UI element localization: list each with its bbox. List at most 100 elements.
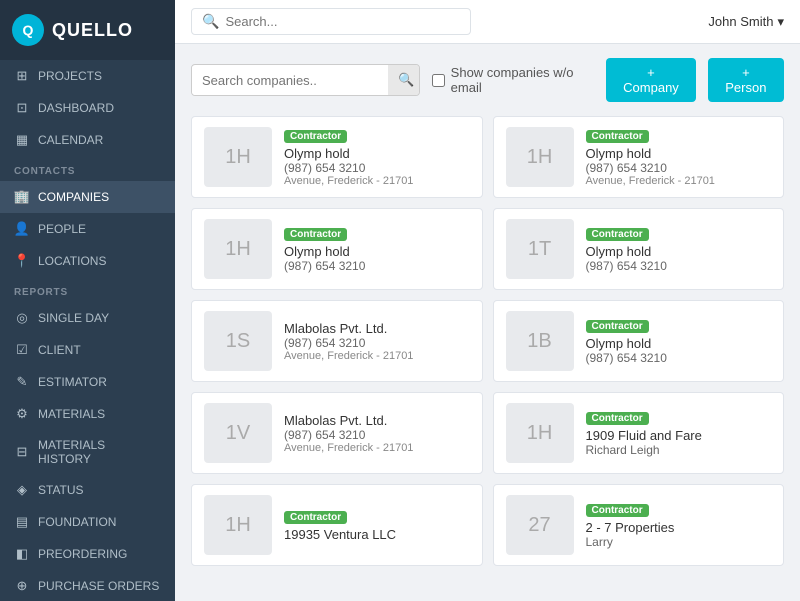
company-card[interactable]: 1S Mlabolas Pvt. Ltd. (987) 654 3210 Ave… <box>191 300 483 382</box>
company-info: Contractor Olymp hold (987) 654 3210 <box>586 225 772 273</box>
people-icon: 👤 <box>14 221 30 237</box>
company-info: Contractor 1909 Fluid and Fare Richard L… <box>586 409 772 457</box>
company-tag: Contractor <box>284 511 347 524</box>
add-person-button[interactable]: + Person <box>708 58 784 102</box>
show-email-label: Show companies w/o email <box>451 65 595 95</box>
global-search-wrap[interactable]: 🔍 <box>191 8 471 35</box>
add-company-button[interactable]: + Company <box>606 58 696 102</box>
sidebar-item-companies[interactable]: 🏢 COMPANIES <box>0 181 175 213</box>
company-name: Olymp hold <box>586 336 772 351</box>
company-search-button[interactable]: 🔍 <box>388 65 420 95</box>
calendar-icon: ▦ <box>14 132 30 148</box>
company-thumb: 1H <box>204 495 272 555</box>
company-search-input[interactable] <box>192 66 388 95</box>
company-tag: Contractor <box>586 320 649 333</box>
sidebar-item-foundation[interactable]: ▤ FOUNDATION <box>0 506 175 538</box>
company-card[interactable]: 27 Contractor 2 - 7 Properties Larry <box>493 484 785 566</box>
dashboard-icon: ⊡ <box>14 100 30 116</box>
user-menu[interactable]: John Smith ▾ <box>708 14 784 30</box>
sidebar-item-client[interactable]: ☑ CLIENT <box>0 334 175 366</box>
topbar: 🔍 John Smith ▾ <box>175 0 800 44</box>
company-address: Avenue, Frederick - 21701 <box>284 175 470 187</box>
show-email-checkbox[interactable] <box>432 74 445 87</box>
company-thumb: 1H <box>506 403 574 463</box>
company-tag: Contractor <box>586 130 649 143</box>
location-icon: 📍 <box>14 253 30 269</box>
company-thumb: 1S <box>204 311 272 371</box>
purchase-orders-icon: ⊕ <box>14 578 30 594</box>
company-card[interactable]: 1H Contractor 19935 Ventura LLC <box>191 484 483 566</box>
grid-icon: ⊞ <box>14 68 30 84</box>
company-thumb: 1H <box>506 127 574 187</box>
company-name: Olymp hold <box>284 146 470 161</box>
global-search-input[interactable] <box>225 14 460 29</box>
company-info: Contractor Olymp hold (987) 654 3210 <box>284 225 470 273</box>
logo-area[interactable]: Q QUELLO <box>0 0 175 60</box>
logo-text: QUELLO <box>52 20 133 41</box>
reports-section-label: REPORTS <box>0 277 175 302</box>
company-thumb: 1V <box>204 403 272 463</box>
company-tag: Contractor <box>284 130 347 143</box>
company-card[interactable]: 1H Contractor Olymp hold (987) 654 3210 … <box>493 116 785 198</box>
content-area: 🔍 Show companies w/o email + Company + P… <box>175 44 800 601</box>
company-phone: Richard Leigh <box>586 443 772 457</box>
company-tag: Contractor <box>586 504 649 517</box>
chevron-down-icon: ▾ <box>777 14 784 30</box>
contacts-section-label: CONTACTS <box>0 156 175 181</box>
sidebar-item-status[interactable]: ◈ STATUS <box>0 474 175 506</box>
company-info: Contractor Olymp hold (987) 654 3210 Ave… <box>284 127 470 187</box>
company-tag: Contractor <box>284 228 347 241</box>
company-phone: (987) 654 3210 <box>586 161 772 175</box>
main-nav: ⊞ PROJECTS ⊡ DASHBOARD ▦ CALENDAR <box>0 60 175 156</box>
company-thumb: 1T <box>506 219 574 279</box>
company-thumb: 27 <box>506 495 574 555</box>
estimator-icon: ✎ <box>14 374 30 390</box>
company-card[interactable]: 1B Contractor Olymp hold (987) 654 3210 <box>493 300 785 382</box>
sidebar-item-people[interactable]: 👤 PEOPLE <box>0 213 175 245</box>
foundation-icon: ▤ <box>14 514 30 530</box>
company-info: Contractor Olymp hold (987) 654 3210 Ave… <box>586 127 772 187</box>
company-search-wrap[interactable]: 🔍 <box>191 64 420 96</box>
main-content: 🔍 John Smith ▾ 🔍 Show companies w/o emai… <box>175 0 800 601</box>
single-day-icon: ◎ <box>14 310 30 326</box>
sidebar-item-locations[interactable]: 📍 LOCATIONS <box>0 245 175 277</box>
company-card[interactable]: 1H Contractor 1909 Fluid and Fare Richar… <box>493 392 785 474</box>
filter-bar: 🔍 Show companies w/o email + Company + P… <box>191 58 784 102</box>
sidebar-item-purchase-orders[interactable]: ⊕ PURCHASE ORDERS <box>0 570 175 601</box>
company-info: Mlabolas Pvt. Ltd. (987) 654 3210 Avenue… <box>284 321 470 362</box>
sidebar-item-single-day[interactable]: ◎ SINGLE DAY <box>0 302 175 334</box>
sidebar-item-projects[interactable]: ⊞ PROJECTS <box>0 60 175 92</box>
sidebar-item-estimator[interactable]: ✎ ESTIMATOR <box>0 366 175 398</box>
company-info: Mlabolas Pvt. Ltd. (987) 654 3210 Avenue… <box>284 413 470 454</box>
company-info: Contractor 19935 Ventura LLC <box>284 508 470 542</box>
preordering-icon: ◧ <box>14 546 30 562</box>
sidebar-item-preordering[interactable]: ◧ PREORDERING <box>0 538 175 570</box>
company-tag: Contractor <box>586 228 649 241</box>
company-tag: Contractor <box>586 412 649 425</box>
company-phone: (987) 654 3210 <box>586 351 772 365</box>
materials-history-icon: ⊟ <box>14 444 30 460</box>
sidebar-item-dashboard[interactable]: ⊡ DASHBOARD <box>0 92 175 124</box>
companies-grid: 1H Contractor Olymp hold (987) 654 3210 … <box>191 116 784 566</box>
company-name: Mlabolas Pvt. Ltd. <box>284 321 470 336</box>
show-email-checkbox-label[interactable]: Show companies w/o email <box>432 65 595 95</box>
company-card[interactable]: 1H Contractor Olymp hold (987) 654 3210 <box>191 208 483 290</box>
company-thumb: 1H <box>204 127 272 187</box>
companies-icon: 🏢 <box>14 189 30 205</box>
company-name: Olymp hold <box>586 146 772 161</box>
company-name: Mlabolas Pvt. Ltd. <box>284 413 470 428</box>
search-icon: 🔍 <box>202 13 219 30</box>
sidebar-item-calendar[interactable]: ▦ CALENDAR <box>0 124 175 156</box>
company-name: 1909 Fluid and Fare <box>586 428 772 443</box>
client-icon: ☑ <box>14 342 30 358</box>
company-phone: (987) 654 3210 <box>586 259 772 273</box>
company-info: Contractor 2 - 7 Properties Larry <box>586 501 772 549</box>
company-card[interactable]: 1T Contractor Olymp hold (987) 654 3210 <box>493 208 785 290</box>
user-name: John Smith <box>708 14 773 29</box>
sidebar-item-materials[interactable]: ⚙ MATERIALS <box>0 398 175 430</box>
company-card[interactable]: 1H Contractor Olymp hold (987) 654 3210 … <box>191 116 483 198</box>
company-card[interactable]: 1V Mlabolas Pvt. Ltd. (987) 654 3210 Ave… <box>191 392 483 474</box>
company-phone: (987) 654 3210 <box>284 428 470 442</box>
company-address: Avenue, Frederick - 21701 <box>284 350 470 362</box>
sidebar-item-materials-history[interactable]: ⊟ MATERIALS HISTORY <box>0 430 175 474</box>
